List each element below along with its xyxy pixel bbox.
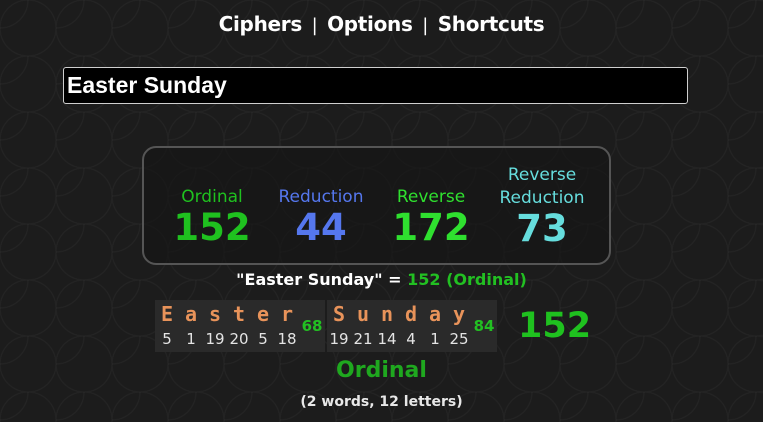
breakdown-letter-value: 19 xyxy=(205,330,225,348)
breakdown-letter: u xyxy=(356,302,370,326)
phrase-input[interactable] xyxy=(67,68,684,103)
breakdown-letter-value: 18 xyxy=(277,330,297,348)
word-block: S 19 u 21 n 14 d 4 a 1 y 25 84 xyxy=(327,300,497,352)
breakdown-letter: a xyxy=(184,302,198,326)
ciphers-link[interactable]: Ciphers xyxy=(219,12,303,36)
word-block: E 5 a 1 s 19 t 20 e 5 r 18 68 xyxy=(155,300,325,352)
cipher-reverse-value: 172 xyxy=(392,206,470,249)
breakdown-letter-value: 20 xyxy=(229,330,249,348)
options-link[interactable]: Options xyxy=(327,12,413,36)
shortcuts-link[interactable]: Shortcuts xyxy=(438,12,545,36)
breakdown-letter-value: 5 xyxy=(162,330,172,348)
breakdown-letter-value: 25 xyxy=(449,330,469,348)
breakdown-letter: e xyxy=(256,302,270,326)
breakdown-letter-value: 19 xyxy=(329,330,349,348)
cipher-reduction[interactable]: Reduction 44 xyxy=(272,186,370,247)
summary-result: 152 (Ordinal) xyxy=(407,270,527,289)
breakdown-letter: d xyxy=(404,302,418,326)
cipher-reverse[interactable]: Reverse 172 xyxy=(388,186,474,247)
breakdown-letter: t xyxy=(232,302,246,326)
cipher-panel: Ordinal 152 Reduction 44 Reverse 172 Rev… xyxy=(142,146,611,265)
top-nav: Ciphers | Options | Shortcuts xyxy=(0,12,763,36)
cipher-reverse-reduction[interactable]: Reverse Reduction 73 xyxy=(490,164,594,248)
cipher-ordinal-value: 152 xyxy=(173,206,251,249)
word-sum: 68 xyxy=(301,317,323,335)
cipher-reverse-reduction-name-line1: Reverse xyxy=(507,165,577,185)
breakdown-letter: S xyxy=(332,302,346,326)
breakdown-letter-value: 14 xyxy=(377,330,397,348)
breakdown-letter-value: 21 xyxy=(353,330,373,348)
cipher-reverse-reduction-value: 73 xyxy=(516,207,568,250)
breakdown-letter: a xyxy=(428,302,442,326)
breakdown-letter: n xyxy=(380,302,394,326)
breakdown-letter: E xyxy=(160,302,174,326)
phrase-input-box xyxy=(63,67,688,104)
breakdown-letter-value: 5 xyxy=(258,330,268,348)
summary-phrase: "Easter Sunday" xyxy=(236,270,383,289)
breakdown-letter: s xyxy=(208,302,222,326)
word-sum: 84 xyxy=(473,317,495,335)
cipher-reduction-value: 44 xyxy=(295,206,347,249)
summary-equals: = xyxy=(388,270,402,289)
breakdown-letter: y xyxy=(452,302,466,326)
breakdown-letter-value: 1 xyxy=(430,330,440,348)
breakdown-cipher-name: Ordinal xyxy=(336,358,427,383)
cipher-ordinal[interactable]: Ordinal 152 xyxy=(168,186,256,247)
breakdown-letter: r xyxy=(280,302,294,326)
breakdown-letter-value: 1 xyxy=(186,330,196,348)
nav-separator: | xyxy=(422,15,429,36)
nav-separator: | xyxy=(311,15,318,36)
word-letter-count: (2 words, 12 letters) xyxy=(300,394,463,410)
breakdown-total: 152 xyxy=(518,306,592,346)
result-summary: "Easter Sunday" = 152 (Ordinal) xyxy=(0,270,763,289)
breakdown-letter-value: 4 xyxy=(406,330,416,348)
